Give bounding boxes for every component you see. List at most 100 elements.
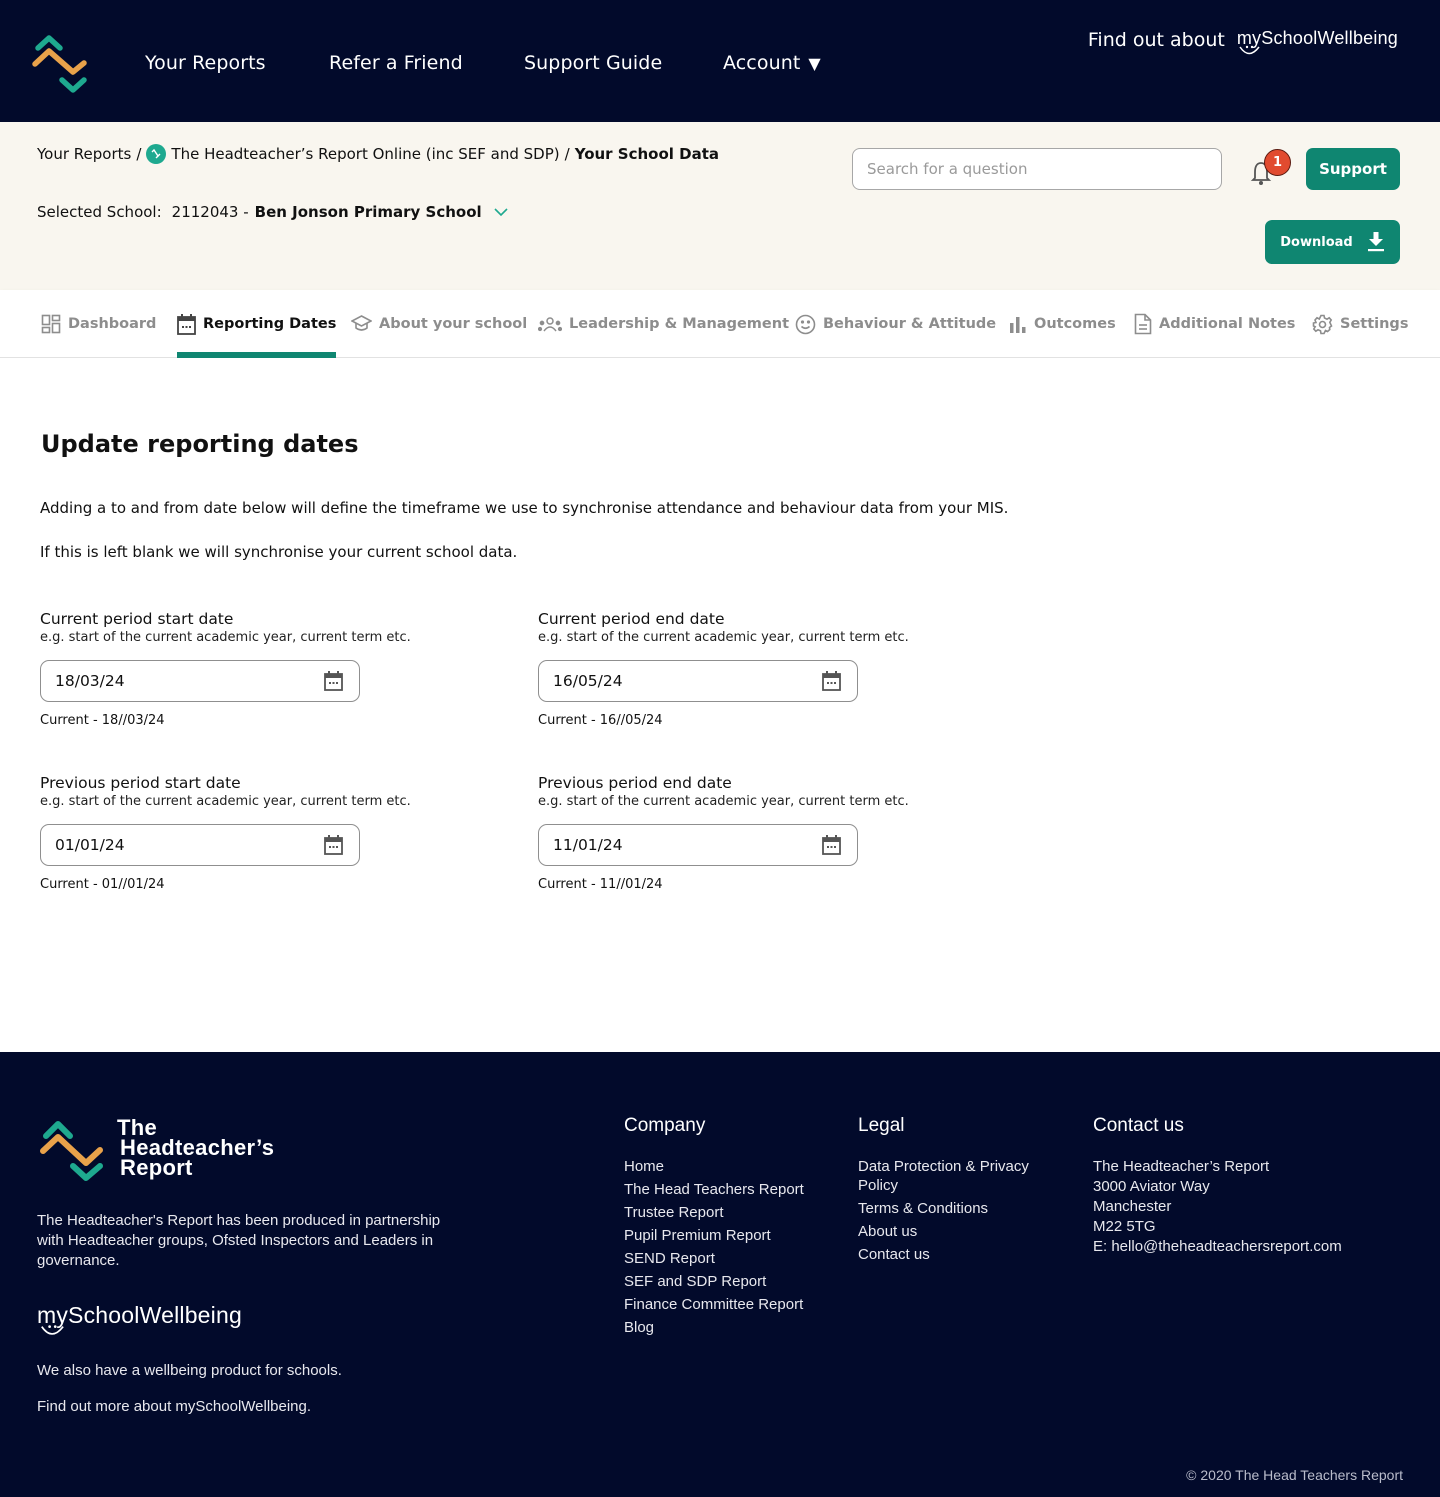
report-badge-icon xyxy=(146,144,167,164)
previous-period-start-field: Previous period start date e.g. start of… xyxy=(40,774,480,892)
breadcrumb-report[interactable]: The Headteacher’s Report Online (inc SEF… xyxy=(171,145,559,163)
copyright: © 2020 The Head Teachers Report xyxy=(1186,1467,1403,1483)
nav-your-reports[interactable]: Your Reports xyxy=(145,52,266,74)
tab-behaviour-attitude[interactable]: Behaviour & Attitude xyxy=(795,290,996,358)
tab-settings[interactable]: Settings xyxy=(1312,290,1408,358)
breadcrumb-separator: / xyxy=(564,145,570,163)
tab-about-your-school[interactable]: About your school xyxy=(351,290,527,358)
download-label: Download xyxy=(1280,234,1353,250)
school-selector[interactable]: Selected School: 2112043 - Ben Jonson Pr… xyxy=(37,203,508,221)
tab-dashboard[interactable]: Dashboard xyxy=(41,290,156,358)
footer-legal-column: Legal Data Protection & Privacy Policy T… xyxy=(858,1115,1058,1268)
smile-icon xyxy=(41,1325,64,1335)
current-value-note: Current - 01//01/24 xyxy=(40,877,165,892)
page-title: Update reporting dates xyxy=(41,430,359,458)
contact-line: The Headteacher’s Report xyxy=(1093,1158,1270,1175)
nav-refer-a-friend[interactable]: Refer a Friend xyxy=(329,52,463,74)
footer-link-pupil-premium-report[interactable]: Pupil Premium Report xyxy=(624,1226,804,1245)
field-hint: e.g. start of the current academic year,… xyxy=(40,794,411,809)
find-out-msw-link[interactable]: Find out about mySchoolWellbeing xyxy=(1087,28,1398,55)
field-label: Current period end date xyxy=(538,610,725,628)
search-input[interactable] xyxy=(852,148,1222,190)
footer-heading: Company xyxy=(624,1115,706,1136)
field-label: Previous period end date xyxy=(538,774,732,792)
field-label: Previous period start date xyxy=(40,774,241,792)
footer: The Headteacher’s Report The Headteacher… xyxy=(0,1052,1440,1497)
footer-link-data-protection[interactable]: Data Protection & Privacy Policy xyxy=(858,1157,1058,1195)
date-input-wrapper xyxy=(538,660,858,702)
breadcrumb: Your Reports / The Headteacher’s Report … xyxy=(37,144,719,164)
intro-text-blank: If this is left blank we will synchronis… xyxy=(40,543,518,561)
breadcrumb-separator: / xyxy=(136,145,142,163)
myschoolwellbeing-logo: mySchoolWellbeing xyxy=(37,1302,242,1335)
download-button[interactable]: Download xyxy=(1265,220,1400,264)
caret-down-icon: ▼ xyxy=(808,54,821,73)
footer-link-about-us[interactable]: About us xyxy=(858,1222,1058,1241)
calendar-icon[interactable] xyxy=(822,835,841,855)
footer-contact-column: Contact us The Headteacher’s Report 3000… xyxy=(1093,1115,1342,1257)
footer-link-trustee-report[interactable]: Trustee Report xyxy=(624,1203,804,1222)
tab-label: Settings xyxy=(1340,316,1409,332)
date-input-wrapper xyxy=(538,824,858,866)
tab-label: Reporting Dates xyxy=(203,316,337,332)
dashboard-icon xyxy=(41,314,61,334)
tab-leadership-management[interactable]: Leadership & Management xyxy=(538,290,789,358)
footer-link-home[interactable]: Home xyxy=(624,1157,804,1176)
previous-period-end-input[interactable] xyxy=(553,836,793,854)
myschoolwellbeing-logo: mySchoolWellbeing xyxy=(1237,28,1398,55)
footer-link-sef-sdp-report[interactable]: SEF and SDP Report xyxy=(624,1272,804,1291)
find-out-text: Find out about xyxy=(1087,29,1225,51)
previous-period-end-field: Previous period end date e.g. start of t… xyxy=(538,774,978,892)
nav-account[interactable]: Account ▼ xyxy=(723,52,821,74)
footer-link-send-report[interactable]: SEND Report xyxy=(624,1249,804,1268)
smiley-icon xyxy=(795,314,816,335)
date-input-wrapper xyxy=(40,824,360,866)
download-icon xyxy=(1367,232,1385,252)
tab-outcomes[interactable]: Outcomes xyxy=(1009,290,1116,358)
chevron-down-icon[interactable] xyxy=(494,207,508,217)
tab-label: About your school xyxy=(379,316,528,332)
current-value-note: Current - 11//01/24 xyxy=(538,877,663,892)
breadcrumb-your-reports[interactable]: Your Reports xyxy=(37,145,131,163)
footer-brand-wordmark: The Headteacher’s Report xyxy=(117,1117,274,1179)
footer-link-terms[interactable]: Terms & Conditions xyxy=(858,1199,1058,1218)
nav-support-guide[interactable]: Support Guide xyxy=(524,52,662,74)
calendar-icon[interactable] xyxy=(324,671,343,691)
headteachers-report-logo-icon[interactable] xyxy=(32,34,90,96)
footer-link-finance-committee-report[interactable]: Finance Committee Report xyxy=(624,1295,804,1314)
top-navigation: Your Reports Refer a Friend Support Guid… xyxy=(0,0,1440,122)
footer-heading: Contact us xyxy=(1093,1115,1184,1136)
footer-link-blog[interactable]: Blog xyxy=(624,1318,804,1337)
current-value-note: Current - 18//03/24 xyxy=(40,713,165,728)
document-icon xyxy=(1134,313,1152,335)
current-period-start-field: Current period start date e.g. start of … xyxy=(40,610,480,728)
section-tabs: Dashboard Reporting Dates About your sch… xyxy=(0,290,1440,358)
footer-description: The Headteacher's Report has been produc… xyxy=(37,1212,441,1269)
footer-link-head-teachers-report[interactable]: The Head Teachers Report xyxy=(624,1180,804,1199)
current-period-start-input[interactable] xyxy=(55,672,295,690)
selected-school-label: Selected School: xyxy=(37,203,162,221)
school-code: 2112043 - xyxy=(171,203,249,221)
calendar-icon[interactable] xyxy=(324,835,343,855)
bar-chart-icon xyxy=(1009,315,1027,333)
calendar-icon[interactable] xyxy=(822,671,841,691)
main-content: Update reporting dates Adding a to and f… xyxy=(0,358,1440,1052)
tab-label: Leadership & Management xyxy=(569,316,789,332)
breadcrumb-current: Your School Data xyxy=(574,145,720,163)
graduation-cap-icon xyxy=(351,315,372,333)
date-input-wrapper xyxy=(40,660,360,702)
support-button[interactable]: Support xyxy=(1306,148,1400,190)
current-period-end-input[interactable] xyxy=(553,672,793,690)
field-hint: e.g. start of the current academic year,… xyxy=(40,630,411,645)
intro-text: Adding a to and from date below will def… xyxy=(40,499,1009,517)
footer-link-contact-us[interactable]: Contact us xyxy=(858,1245,1058,1264)
previous-period-start-input[interactable] xyxy=(55,836,295,854)
find-out-more-link[interactable]: Find out more about mySchoolWellbeing. xyxy=(37,1398,311,1415)
contact-line: 3000 Aviator Way xyxy=(1093,1178,1210,1195)
tab-additional-notes[interactable]: Additional Notes xyxy=(1134,290,1295,358)
calendar-icon xyxy=(177,313,196,335)
contact-email[interactable]: E: hello@theheadteachersreport.com xyxy=(1093,1237,1342,1257)
tab-reporting-dates[interactable]: Reporting Dates xyxy=(177,290,337,358)
footer-company-column: Company Home The Head Teachers Report Tr… xyxy=(624,1115,804,1341)
contact-line: Manchester xyxy=(1093,1198,1172,1215)
